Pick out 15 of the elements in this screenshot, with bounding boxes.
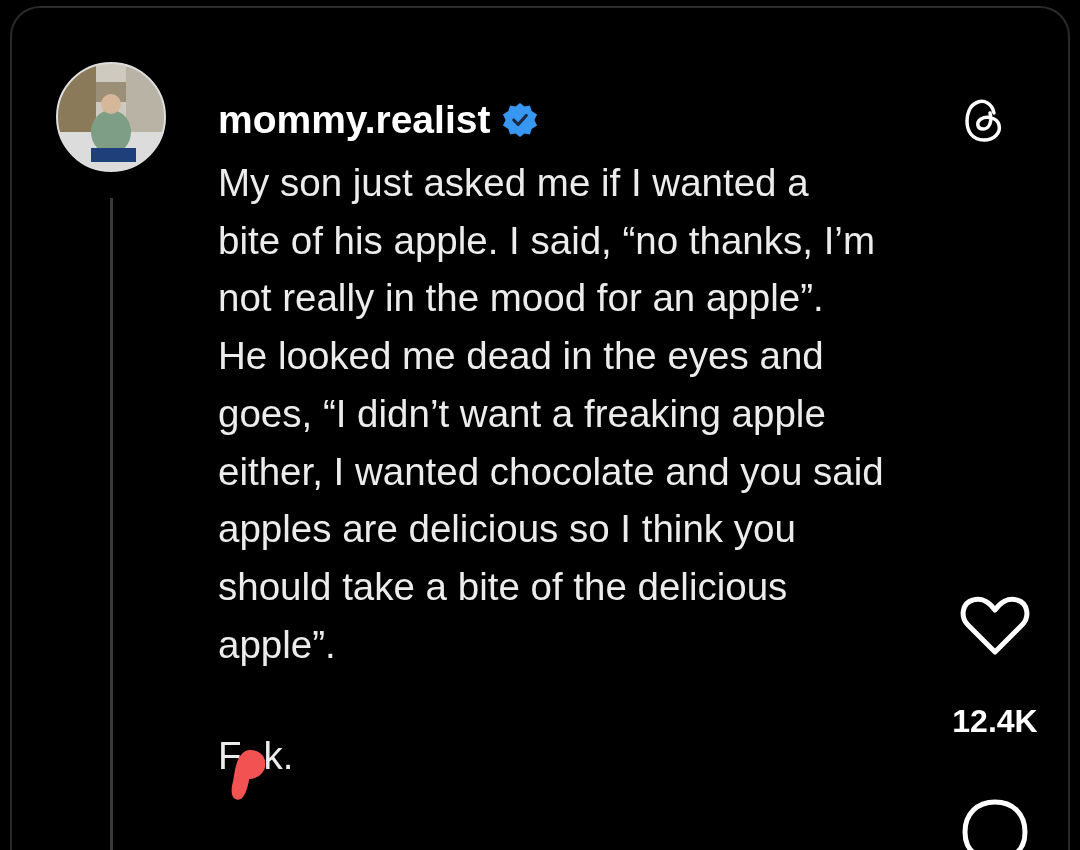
username[interactable]: mommy.realist [218, 98, 491, 142]
post-text-line: He looked me dead in the eyes and [218, 333, 825, 380]
post-text-line: should take a bite of the delicious [218, 563, 789, 610]
post-text-line: not really in the mood for an apple”. [218, 275, 825, 322]
heart-icon[interactable] [959, 594, 1031, 658]
post-text: k. [263, 733, 294, 780]
post-text-line: bite of his apple. I said, “no thanks, I’m [218, 217, 876, 264]
threads-logo-icon[interactable] [964, 97, 1004, 143]
post-text-line: apples are delicious so I think you [218, 506, 797, 553]
post-text-line: goes, “I didn’t want a freaking apple [218, 390, 827, 437]
post-text-line: My son just asked me if I wanted a [218, 160, 810, 206]
post-text-line: apple”. [218, 621, 337, 668]
post-text: F [218, 733, 242, 780]
like-count: 12.4K [952, 703, 1038, 740]
post-text-line: either, I wanted chocolate and you said [218, 448, 885, 495]
